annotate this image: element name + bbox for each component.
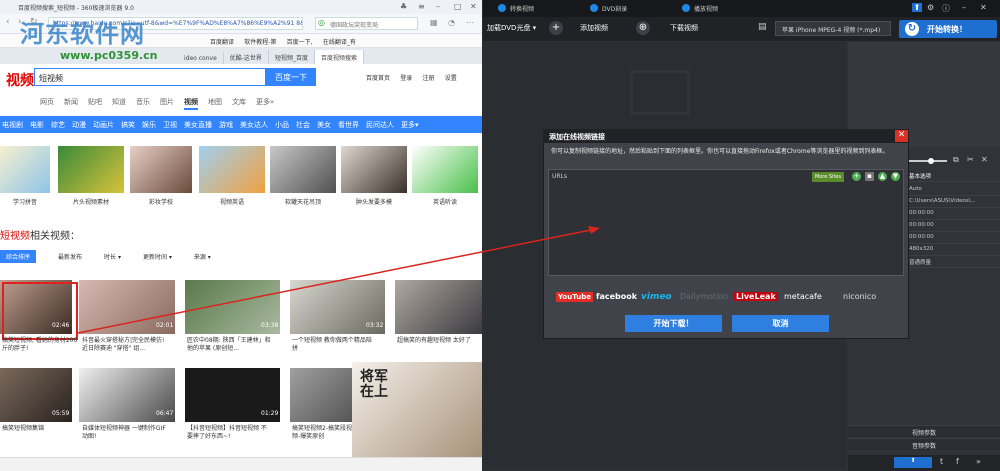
annotation-arrow [77,226,600,334]
